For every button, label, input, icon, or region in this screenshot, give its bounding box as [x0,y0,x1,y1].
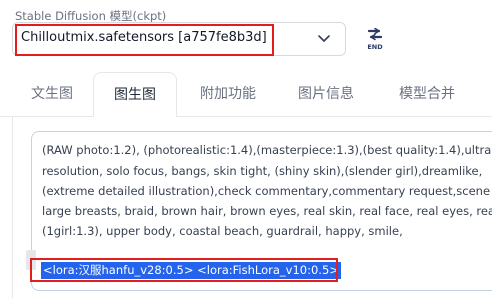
tab-bar: 文生图 图生图 附加功能 图片信息 模型合并 [0,72,492,117]
tab-img2img[interactable]: 图生图 [93,72,177,117]
prompt-text-line: (1girl:1.3), upper body, coastal beach, … [42,224,403,238]
tab-divider [0,116,492,117]
checkpoint-highlight-box [15,24,274,56]
prompt-text-line: resolution, solo focus, bangs, skin tigh… [42,164,483,178]
prompt-text-line: large breasts, braid, brown hair, brown … [42,204,492,218]
tab-checkpoint-merger[interactable]: 模型合并 [382,72,472,116]
tab-txt2img[interactable]: 文生图 [12,72,92,116]
prompt-text-line: (RAW photo:1.2), (photorealistic:1.4),(m… [42,143,492,157]
lora-highlight-box [30,258,338,282]
end-label: END [367,43,383,51]
end-refresh-icon[interactable]: END [365,28,385,52]
img2img-screen: Stable Diffusion 模型(ckpt) Chilloutmix.sa… [0,0,492,298]
tab-png-info[interactable]: 图片信息 [282,72,370,116]
tab-extras[interactable]: 附加功能 [185,72,271,116]
prompt-text-line: (extreme detailed illustration),check co… [42,184,491,198]
chevron-down-icon[interactable] [317,31,331,45]
